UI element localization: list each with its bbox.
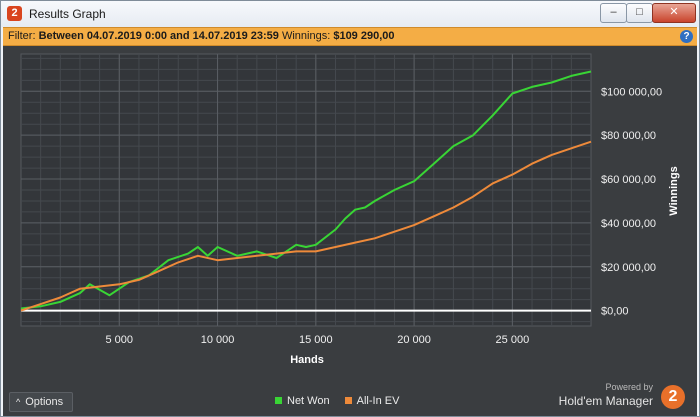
x-axis-label: Hands: [290, 354, 324, 366]
options-label: Options: [25, 396, 64, 408]
y-tick-label: $60 000,00: [601, 174, 656, 186]
y-tick-label: $0,00: [601, 306, 629, 318]
x-tick-label: 15 000: [299, 334, 333, 346]
filter-value: Between 04.07.2019 0:00 and 14.07.2019 2…: [38, 30, 279, 42]
brand-name: Hold'em Manager: [558, 394, 653, 408]
chevron-up-icon: ^: [16, 397, 21, 407]
maximize-icon[interactable]: □: [626, 3, 653, 23]
window-title: Results Graph: [29, 7, 106, 21]
winnings-label: Winnings:: [281, 30, 331, 42]
x-tick-label: 20 000: [397, 334, 431, 346]
brand-block: Powered by Hold'em Manager 2: [549, 382, 689, 412]
close-icon[interactable]: ✕: [652, 3, 696, 23]
title-bar[interactable]: 2 Results Graph – □ ✕: [1, 1, 699, 27]
app-icon: 2: [7, 6, 22, 21]
legend-swatch-all-in-ev: [344, 397, 352, 404]
results-graph: 5 000 10 000 15 000 20 000 25 000 $0,00 $20 00…: [3, 46, 697, 416]
brand-logo-icon: 2: [661, 385, 685, 409]
chart-legend: Net Won All-In EV: [275, 392, 411, 410]
filter-bar: Filter: Between 04.07.2019 0:00 and 14.0…: [3, 27, 697, 46]
y-tick-label: $100 000,00: [601, 86, 662, 98]
legend-all-in-ev: All-In EV: [344, 392, 400, 410]
legend-label-all-in-ev: All-In EV: [356, 395, 400, 407]
x-tick-label: 5 000: [106, 334, 134, 346]
results-chart: 5 000 10 000 15 000 20 000 25 000 $0,00 $20 00…: [20, 53, 680, 366]
filter-label: Filter:: [8, 30, 36, 42]
y-tick-label: $40 000,00: [601, 218, 656, 230]
help-icon[interactable]: ?: [680, 30, 693, 43]
y-axis-label: Winnings: [668, 166, 680, 215]
legend-swatch-net-won: [275, 397, 282, 404]
legend-net-won: Net Won: [275, 392, 330, 410]
y-tick-label: $20 000,00: [601, 262, 656, 274]
winnings-value: $109 290,00: [333, 30, 395, 42]
results-graph-window: 2 Results Graph – □ ✕ Filter: Between 04…: [0, 0, 700, 417]
x-tick-label: 25 000: [496, 334, 530, 346]
legend-label-net-won: Net Won: [287, 395, 330, 407]
options-button[interactable]: ^ Options: [9, 392, 73, 412]
minimize-icon[interactable]: –: [600, 3, 627, 23]
y-tick-label: $80 000,00: [601, 130, 656, 142]
powered-by-text: Powered by: [605, 382, 653, 392]
x-tick-label: 10 000: [201, 334, 235, 346]
